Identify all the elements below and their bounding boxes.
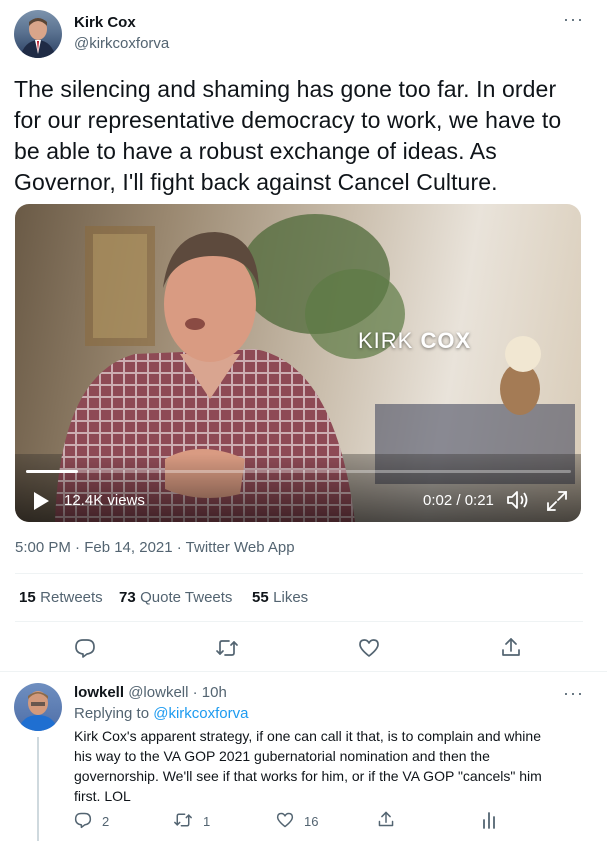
author-handle[interactable]: @kirkcoxforva — [74, 35, 169, 52]
quote-tweets-count: 73 — [119, 589, 136, 606]
play-icon[interactable] — [32, 491, 50, 511]
retweets-count: 15 — [19, 589, 36, 606]
tweet-text-line: be able to have a robust exchange of ide… — [14, 138, 497, 164]
video-name-overlay: KIRK COX — [358, 328, 471, 354]
divider — [15, 621, 583, 622]
reply-likes-count: 16 — [304, 814, 319, 829]
reply-time[interactable]: · 10h — [193, 684, 227, 701]
reply-header: lowkell @lowkell · 10h — [74, 684, 227, 701]
heart-icon[interactable] — [276, 811, 294, 829]
tweet-text-line: Governor, I'll fight back against Cancel… — [14, 169, 498, 195]
overlay-first-name: KIRK — [358, 328, 421, 353]
reply-retweets-count: 1 — [203, 814, 211, 829]
likes-label: Likes — [273, 589, 309, 606]
volume-icon[interactable] — [506, 489, 530, 511]
replying-handle-link[interactable]: @kirkcoxforva — [153, 705, 248, 722]
analytics-icon[interactable] — [481, 811, 497, 829]
quote-tweets-stat[interactable]: 73 Quote Tweets — [119, 589, 232, 607]
overlay-last-name: COX — [420, 328, 472, 353]
tweet-text-line: The silencing and shaming has gone too f… — [14, 76, 557, 102]
reply-text-line: first. LOL — [74, 788, 131, 804]
comment-icon[interactable] — [74, 637, 96, 659]
replying-to: Replying to @kirkcoxforva — [74, 705, 248, 722]
reply-author-avatar[interactable] — [14, 683, 62, 731]
tweet-timestamp[interactable]: 5:00 PM · Feb 14, 2021 · Twitter Web App — [15, 539, 295, 556]
author-name[interactable]: Kirk Cox — [74, 14, 136, 31]
comment-icon[interactable] — [74, 811, 92, 829]
heart-icon[interactable] — [358, 637, 380, 659]
fullscreen-icon[interactable] — [546, 490, 568, 512]
more-dots-icon[interactable]: ··· — [563, 684, 584, 702]
divider — [0, 671, 607, 672]
reply-text-line: his way to the VA GOP 2021 gubernatorial… — [74, 748, 490, 764]
video-progress-track[interactable] — [26, 470, 571, 473]
divider — [15, 573, 583, 574]
video-player[interactable]: KIRK COX 12.4K views 0:02 / 0:21 — [15, 204, 581, 522]
share-icon[interactable] — [500, 636, 522, 658]
video-views: 12.4K views — [64, 492, 145, 509]
reply-text-line: governorship. We'll see if that works fo… — [74, 768, 542, 784]
retweets-stat[interactable]: 15 Retweets — [19, 589, 103, 607]
reply-author-handle[interactable]: @lowkell — [128, 684, 188, 701]
reply-text-line: Kirk Cox's apparent strategy, if one can… — [74, 728, 541, 744]
reply-author-name[interactable]: lowkell — [74, 684, 124, 701]
video-time: 0:02 / 0:21 — [423, 492, 494, 509]
share-icon[interactable] — [377, 810, 395, 828]
tweet-text-line: for our representative democracy to work… — [14, 107, 562, 133]
reply-text: Kirk Cox's apparent strategy, if one can… — [74, 726, 599, 806]
likes-stat[interactable]: 55 Likes — [252, 589, 308, 607]
quote-tweets-label: Quote Tweets — [140, 589, 233, 606]
thread-line — [37, 737, 39, 841]
retweet-icon[interactable] — [173, 811, 193, 829]
likes-count: 55 — [252, 589, 269, 606]
video-progress-fill — [26, 470, 78, 473]
replying-prefix: Replying to — [74, 705, 154, 722]
more-dots-icon[interactable]: ··· — [563, 10, 584, 28]
video-frame — [15, 214, 581, 522]
retweets-label: Retweets — [40, 589, 103, 606]
author-avatar[interactable] — [14, 10, 62, 58]
retweet-icon[interactable] — [215, 637, 239, 659]
reply-replies-count: 2 — [102, 814, 110, 829]
tweet-text: The silencing and shaming has gone too f… — [14, 74, 599, 198]
